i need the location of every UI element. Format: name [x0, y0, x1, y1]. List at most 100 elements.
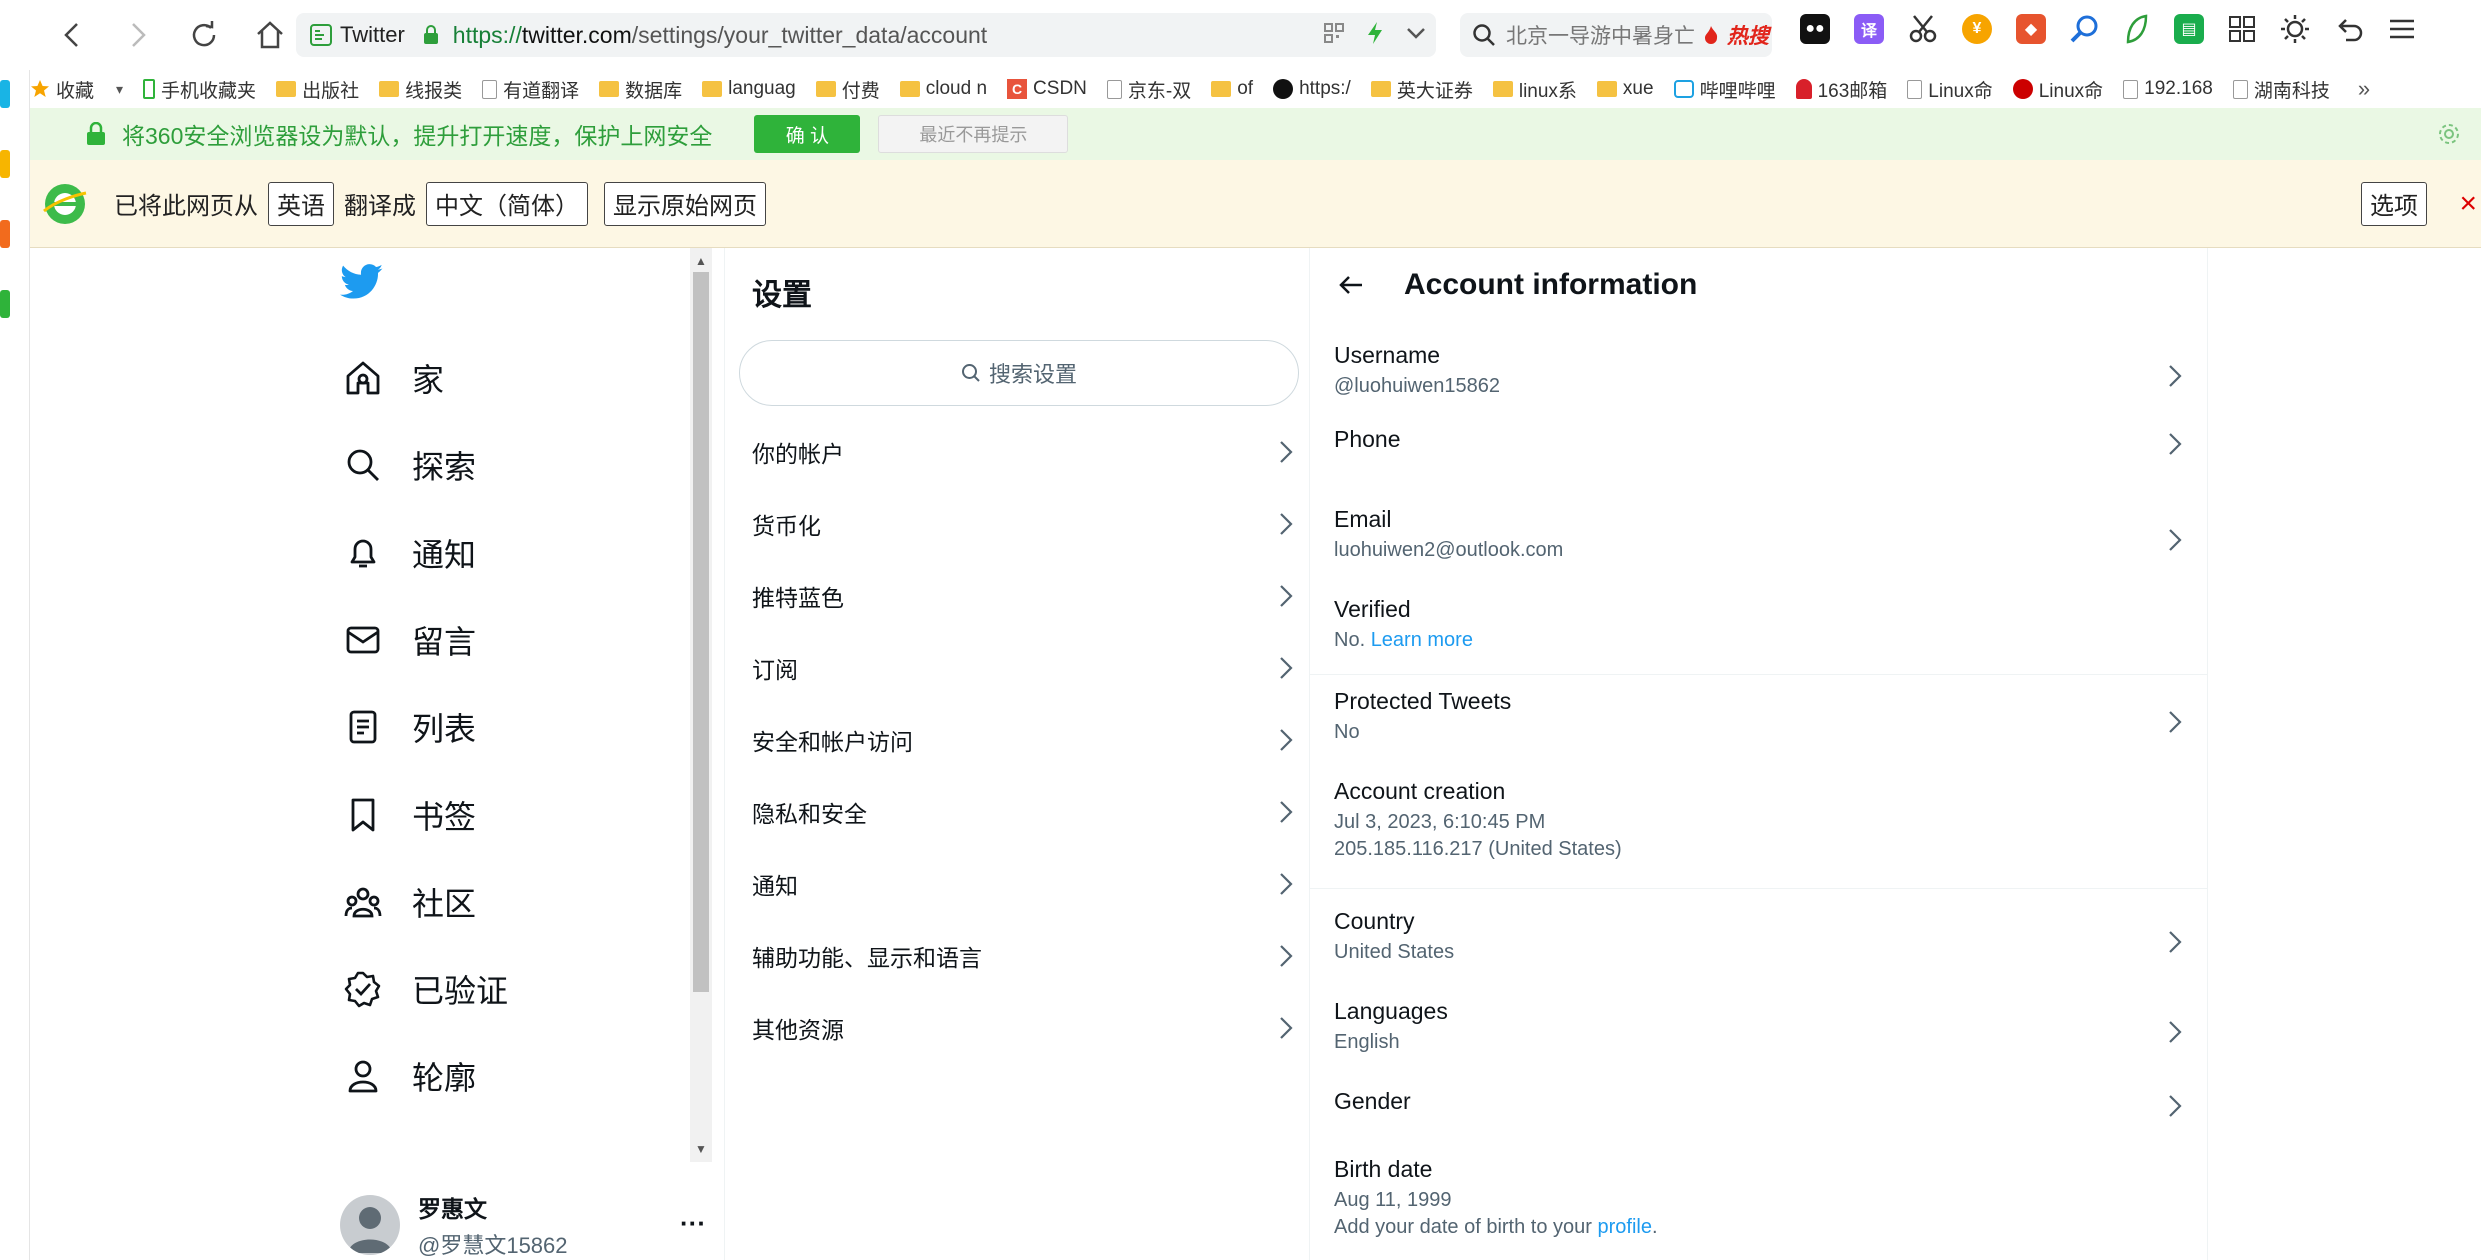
bookmark-item[interactable]: 收藏 ▾ — [30, 76, 123, 103]
bookmark-item[interactable]: Linux命 — [2012, 76, 2103, 103]
settings-item[interactable]: 隐私和安全 — [725, 776, 1311, 848]
divider — [1310, 888, 2208, 889]
back-arrow-icon[interactable] — [1338, 274, 1364, 296]
nav-item-bell[interactable]: 通知 — [344, 523, 476, 583]
strip-icon[interactable] — [0, 290, 10, 318]
bookmark-item[interactable]: 有道翻译 — [482, 76, 579, 103]
page-icon — [482, 79, 498, 99]
settings-item[interactable]: 你的帐户 — [725, 416, 1311, 488]
target-language-select[interactable]: 中文（简体） — [426, 181, 588, 226]
settings-item[interactable]: 安全和帐户访问 — [725, 704, 1311, 776]
scroll-down-icon[interactable]: ▼ — [695, 1142, 707, 1156]
nav-item-home[interactable]: 家 — [344, 348, 444, 408]
bookmark-item[interactable]: 数据库 — [599, 76, 682, 103]
bookmark-item[interactable]: Linux命 — [1907, 76, 1993, 103]
bookmark-item[interactable]: linux系 — [1492, 76, 1577, 103]
settings-item[interactable]: 推特蓝色 — [725, 560, 1311, 632]
bookmark-item[interactable]: https:/ — [1273, 78, 1351, 100]
bookmark-item[interactable]: of — [1211, 78, 1253, 100]
github-icon — [1273, 79, 1294, 99]
bookmarks-more-icon[interactable]: » — [2358, 76, 2370, 102]
hot-search-box[interactable]: 北京一导游中暑身亡 热搜 — [1460, 13, 1772, 57]
menu-icon[interactable] — [2388, 17, 2416, 41]
account-row-birth-date: Birth date Aug 11, 1999 Add your date of b… — [1310, 1156, 2208, 1239]
undo-icon[interactable] — [2334, 14, 2364, 44]
bookmark-item[interactable]: C CSDN — [1007, 78, 1087, 100]
nav-item-explore[interactable]: 探索 — [344, 435, 476, 495]
qr-code-icon[interactable] — [1324, 23, 1344, 43]
chevron-down-icon[interactable]: ▾ — [116, 81, 123, 98]
bookmark-item[interactable]: 手机收藏夹 — [143, 76, 256, 103]
bookmark-item[interactable]: xue — [1596, 78, 1654, 100]
profile-link[interactable]: profile — [1598, 1216, 1652, 1238]
lightning-icon[interactable] — [1366, 21, 1384, 45]
nav-item-communities[interactable]: 社区 — [344, 872, 476, 932]
leaf-icon[interactable] — [2124, 14, 2150, 44]
strip-icon[interactable] — [0, 220, 10, 248]
twitter-logo-icon[interactable] — [340, 264, 384, 300]
reload-icon[interactable] — [182, 13, 226, 57]
nav-item-list[interactable]: 列表 — [344, 697, 476, 757]
home-browser-icon[interactable] — [248, 13, 292, 57]
account-row-email[interactable]: Email luohuiwen2@outlook.com — [1310, 506, 2208, 562]
account-row-protected-tweets[interactable]: Protected Tweets No — [1310, 688, 2208, 744]
account-row-gender[interactable]: Gender — [1310, 1088, 2208, 1117]
apps-grid-icon[interactable] — [2228, 15, 2256, 43]
account-row-phone[interactable]: Phone — [1310, 426, 2208, 455]
settings-item[interactable]: 通知 — [725, 848, 1311, 920]
bookmark-item[interactable]: 湖南科技 — [2232, 76, 2330, 103]
bookmark-item[interactable]: 哔哩哔哩 — [1673, 76, 1776, 103]
bookmark-item[interactable]: 192.168 — [2123, 78, 2213, 100]
settings-item[interactable]: 辅助功能、显示和语言 — [725, 920, 1311, 992]
bookmark-item[interactable]: 付费 — [815, 76, 880, 103]
scissors-icon[interactable] — [1908, 14, 1938, 44]
bookmark-item[interactable]: cloud n — [899, 78, 987, 100]
account-row-label: Languages — [1334, 998, 1448, 1024]
scroll-up-icon[interactable]: ▲ — [695, 254, 707, 268]
translate-icon[interactable]: 译 — [1854, 14, 1884, 44]
show-original-button[interactable]: 显示原始网页 — [604, 181, 766, 226]
magnifier-icon[interactable] — [2070, 14, 2100, 44]
account-row-country[interactable]: Country United States — [1310, 908, 2208, 964]
bookmark-item[interactable]: 出版社 — [276, 76, 359, 103]
more-options-icon[interactable]: ··· — [680, 1208, 706, 1239]
strip-icon[interactable] — [0, 150, 10, 178]
chevron-down-icon[interactable] — [1406, 26, 1426, 40]
nav-item-profile[interactable]: 轮廓 — [344, 1046, 476, 1106]
bookmark-item[interactable]: languag — [702, 78, 796, 100]
url-text[interactable]: https://twitter.com/settings/your_twitte… — [453, 22, 987, 49]
address-bar[interactable]: Twitter https://twitter.com/settings/you… — [296, 13, 1436, 57]
bookmark-label: of — [1237, 78, 1254, 99]
bookmark-item[interactable]: 英大证券 — [1370, 76, 1473, 103]
bookmark-item[interactable]: 163邮箱 — [1795, 76, 1887, 103]
nav-scrollbar[interactable]: ▲ ▼ — [690, 248, 712, 1162]
forward-icon[interactable] — [116, 13, 160, 57]
book-icon[interactable]: ▤ — [2174, 14, 2204, 44]
bookmark-item[interactable]: 线报类 — [379, 76, 462, 103]
extension-icon[interactable]: ●● — [1800, 14, 1830, 44]
back-icon[interactable] — [50, 13, 94, 57]
bookmark-item[interactable]: 京东-双 — [1106, 76, 1191, 103]
account-row-languages[interactable]: Languages English — [1310, 998, 2208, 1054]
account-switcher[interactable]: 罗惠文 @罗慧文15862 ··· — [340, 1190, 710, 1260]
scroll-thumb[interactable] — [693, 272, 709, 992]
close-icon[interactable]: × — [2459, 187, 2477, 221]
gear-icon[interactable] — [2437, 122, 2461, 146]
nav-item-verified[interactable]: 已验证 — [344, 959, 508, 1019]
brightness-icon[interactable] — [2280, 14, 2310, 44]
settings-item[interactable]: 货币化 — [725, 488, 1311, 560]
shield-icon[interactable]: ¥ — [1962, 14, 1992, 44]
nav-item-bookmark[interactable]: 书签 — [344, 785, 476, 845]
settings-item[interactable]: 其他资源 — [725, 992, 1311, 1064]
settings-item[interactable]: 订阅 — [725, 632, 1311, 704]
dismiss-button[interactable]: 最近不再提示 — [878, 115, 1069, 153]
options-button[interactable]: 选项 — [2361, 181, 2427, 226]
confirm-button[interactable]: 确 认 — [754, 115, 861, 153]
game-icon[interactable]: ◆ — [2016, 14, 2046, 44]
strip-icon[interactable] — [0, 80, 10, 108]
source-language-select[interactable]: 英语 — [268, 181, 334, 226]
learn-more-link[interactable]: Learn more — [1371, 629, 1473, 651]
settings-search-input[interactable]: 搜索设置 — [739, 340, 1299, 406]
nav-item-mail[interactable]: 留言 — [344, 610, 476, 670]
account-row-username[interactable]: Username @luohuiwen15862 — [1310, 342, 2208, 398]
